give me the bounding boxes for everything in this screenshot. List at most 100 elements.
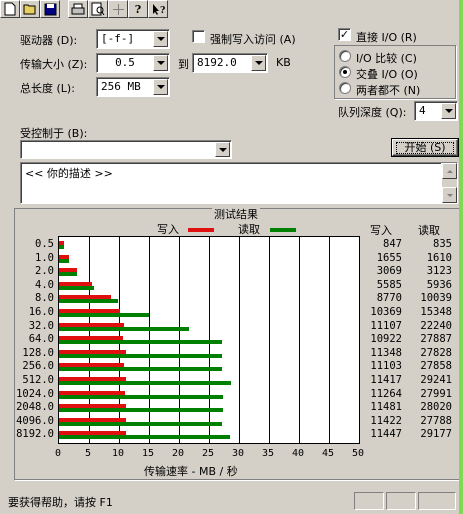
queue-depth-select[interactable]: 4	[414, 101, 458, 121]
throughput-chart	[58, 236, 360, 444]
x-axis-label: 传输速率 - MB / 秒	[144, 465, 238, 478]
transfer-size-label: 传输大小 (Z):	[20, 58, 88, 71]
read-bar	[59, 272, 77, 277]
y-tick-label: 32.0	[28, 319, 54, 332]
queue-depth-label: 队列深度 (Q):	[338, 106, 407, 119]
read-value-label: 15348	[420, 306, 452, 318]
y-tick-label: 4096.0	[16, 414, 54, 427]
write-value-label: 3069	[376, 265, 402, 278]
start-button[interactable]: 开始 (S)	[391, 138, 459, 157]
x-tick-label: 25	[202, 448, 215, 459]
y-tick-label: 64.0	[28, 333, 54, 346]
x-tick-label: 15	[142, 448, 155, 459]
description-field[interactable]: << 你的描述 >>	[20, 162, 458, 204]
drive-select[interactable]: [-f-]	[96, 29, 170, 49]
read-value-label: 29241	[420, 374, 452, 386]
status-panel	[418, 492, 456, 510]
transfer-to-value: 8192.0	[197, 56, 237, 69]
total-length-select[interactable]: 256 MB	[96, 77, 170, 97]
write-value-label: 11422	[370, 414, 402, 427]
help-icon[interactable]: ?	[128, 0, 148, 18]
status-text: 要获得帮助，请按 F1	[8, 496, 113, 509]
force-write-label: 强制写入访问 (A)	[210, 33, 296, 46]
read-bar	[59, 353, 223, 358]
write-value-label: 8770	[376, 292, 402, 305]
chevron-down-icon[interactable]	[153, 31, 168, 47]
read-bar	[59, 313, 149, 317]
print-preview-icon[interactable]	[88, 0, 108, 18]
y-tick-label: 128.0	[22, 346, 54, 359]
chevron-down-icon[interactable]	[153, 55, 168, 71]
overlap-radio[interactable]	[339, 66, 351, 78]
write-value-label: 1655	[376, 251, 402, 264]
status-bar: 要获得帮助，请按 F1	[0, 490, 463, 514]
print-icon[interactable]	[68, 0, 88, 18]
neither-radio[interactable]	[339, 82, 351, 94]
compare-radio[interactable]	[339, 50, 351, 62]
svg-text:?: ?	[160, 6, 165, 16]
read-bar	[59, 408, 224, 413]
x-tick-label: 45	[322, 448, 335, 459]
write-value-label: 11481	[370, 401, 402, 414]
x-tick-label: 40	[292, 448, 305, 459]
read-value-label: 29177	[420, 428, 452, 441]
read-value-label: 10039	[420, 292, 452, 305]
x-tick-label: 0	[55, 448, 62, 459]
overlap-label: 交叠 I/O (O)	[356, 68, 418, 81]
controlled-by-select[interactable]	[20, 140, 232, 159]
drive-value: [-f-]	[101, 32, 135, 45]
legend-write-swatch	[188, 228, 214, 232]
transfer-from-select[interactable]: 0.5	[96, 53, 170, 73]
y-tick-label: 2.0	[35, 265, 54, 278]
toolbar: ? ?	[0, 0, 210, 18]
read-value-label: 28020	[420, 401, 452, 414]
write-value-label: 5585	[376, 278, 402, 291]
total-length-label: 总长度 (L):	[20, 82, 75, 95]
col-write-header: 写入	[370, 224, 392, 237]
description-scrollbar[interactable]	[441, 163, 457, 203]
direct-io-label: 直接 I/O (R)	[356, 31, 417, 44]
read-value-label: 27788	[420, 414, 452, 427]
move-icon[interactable]	[108, 0, 128, 18]
controlled-by-label: 受控制于 (B):	[20, 127, 88, 140]
force-write-checkbox[interactable]	[192, 30, 205, 43]
write-value-label: 11103	[370, 360, 402, 373]
compare-label: I/O 比较 (C)	[356, 52, 417, 65]
y-tick-label: 16.0	[28, 306, 54, 318]
chevron-down-icon[interactable]	[153, 79, 168, 95]
status-panel	[386, 492, 416, 510]
read-bar	[59, 367, 223, 372]
x-tick-label: 30	[232, 448, 245, 459]
context-help-icon[interactable]: ?	[148, 0, 168, 18]
write-value-label: 11447	[370, 428, 402, 441]
read-bar	[59, 435, 230, 440]
read-bar	[59, 285, 94, 290]
y-tick-label: 512.0	[22, 374, 54, 386]
chevron-down-icon[interactable]	[441, 103, 456, 119]
queue-depth-value: 4	[419, 104, 426, 117]
grid-line	[329, 237, 330, 443]
write-value-label: 11264	[370, 387, 402, 400]
x-tick-label: 10	[112, 448, 125, 459]
description-text: << 你的描述 >>	[25, 167, 113, 180]
open-icon[interactable]	[20, 0, 40, 18]
read-bar	[59, 258, 69, 263]
direct-io-checkbox[interactable]: ✓	[338, 28, 351, 41]
transfer-to-select[interactable]: 8192.0	[192, 53, 268, 73]
desktop-edge	[459, 0, 463, 514]
y-tick-label: 0.5	[35, 238, 54, 250]
chevron-down-icon[interactable]	[215, 142, 230, 157]
write-value-label: 11417	[370, 374, 402, 386]
y-tick-label: 256.0	[22, 360, 54, 373]
chevron-down-icon[interactable]	[251, 55, 266, 71]
y-tick-label: 8.0	[35, 292, 54, 305]
grid-line	[269, 237, 270, 443]
new-icon[interactable]	[0, 0, 20, 18]
read-bar	[59, 299, 118, 304]
y-tick-label: 1024.0	[16, 387, 54, 400]
read-bar	[59, 340, 223, 345]
read-value-label: 3123	[426, 265, 452, 278]
save-icon[interactable]	[40, 0, 60, 18]
write-value-label: 11348	[370, 346, 402, 359]
write-value-label: 10369	[370, 306, 402, 318]
